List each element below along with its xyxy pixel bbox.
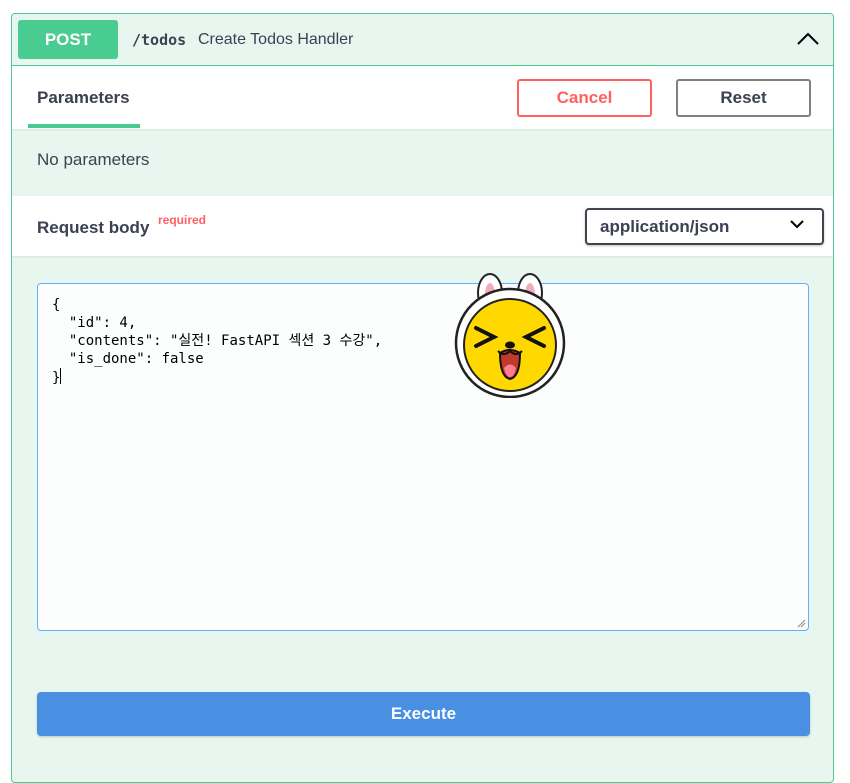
resize-grip-icon[interactable] [797,619,806,628]
editor-line-last: } [52,368,808,386]
request-body-label: Request body [37,218,150,237]
operation-summary-text: Create Todos Handler [198,31,354,48]
text-caret [60,368,62,384]
required-marker: required [158,213,207,227]
editor-line-text: } [52,370,61,386]
chevron-down-icon [790,220,804,229]
execute-button[interactable]: Execute [37,692,810,736]
parameters-header: Parameters Cancel Reset [12,66,833,129]
content-type-value: application/json [600,217,730,236]
editor-line: "is_done": false [52,351,204,367]
tab-parameters[interactable]: Parameters [37,88,130,108]
request-body-header: Request body required application/json [12,196,833,256]
operation-path: /todos [132,31,187,49]
chevron-up-icon [797,32,819,45]
reset-button[interactable]: Reset [676,79,811,117]
operation-summary[interactable]: POST /todos Create Todos Handler [12,14,833,66]
editor-line: { [52,297,61,313]
content-type-select[interactable]: application/json [585,208,824,245]
tab-active-indicator [28,124,140,128]
request-body-editor[interactable]: { "id": 4, "contents": "실전! FastAPI 섹션 3… [37,283,809,631]
cancel-button[interactable]: Cancel [517,79,652,117]
operation-block: POST /todos Create Todos Handler Paramet… [11,13,834,783]
editor-line: "contents": "실전! FastAPI 섹션 3 수강", [52,333,383,349]
bunny-sticker [454,273,566,398]
collapse-button[interactable] [793,24,823,54]
method-badge: POST [18,20,118,59]
no-parameters-text: No parameters [37,150,150,169]
editor-line: "id": 4, [52,315,137,331]
